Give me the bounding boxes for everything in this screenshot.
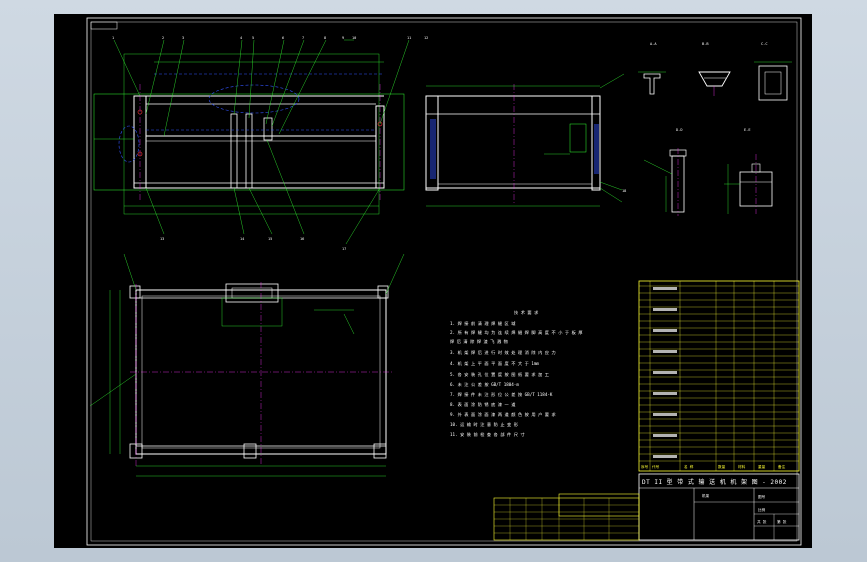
leader-num-6: 6	[282, 36, 284, 40]
side-view	[425, 73, 625, 207]
title-block-cell-2: 图号	[758, 494, 766, 499]
title-block-cell-5: 第 张	[777, 519, 787, 524]
tech-req-line: 8. 表 面 涂 防 锈 底 漆 一 道	[450, 401, 516, 408]
leader-num-13: 13	[160, 237, 164, 241]
leader-num-11: 11	[407, 36, 411, 40]
bom-header-4: 数量	[718, 464, 726, 469]
technical-requirements: 技 术 要 求 1. 焊 接 前 清 理 焊 缝 区 域 2. 所 有 焊 缝 …	[450, 309, 583, 438]
title-tab	[90, 21, 118, 30]
bom-header-6: 重量	[758, 464, 766, 469]
leader-num-12: 12	[424, 36, 428, 40]
bom-cell-mark	[653, 371, 677, 374]
cad-viewport[interactable]: A-A B-B C-C D-D E-E 1 2 3 4 5 6 7 8 9 10…	[54, 14, 812, 548]
bom-cell-mark	[653, 287, 677, 290]
tech-req-title: 技 术 要 求	[514, 309, 539, 316]
title-block-cell-4: 共 张	[757, 519, 767, 524]
tech-req-line: 10. 运 输 时 注 意 防 止 变 形	[450, 421, 519, 428]
leader-num-9: 9	[342, 36, 344, 40]
bom-cell-mark	[653, 392, 677, 395]
plan-view	[89, 253, 405, 477]
tech-req-line: 1. 焊 接 前 清 理 焊 缝 区 域	[450, 320, 516, 327]
bom-cell-mark	[653, 350, 677, 353]
section-label-1: A-A	[650, 42, 657, 46]
bom-header-1: 序号	[641, 464, 649, 469]
tech-req-line: 2. 所 有 焊 缝 均 为 连 续 焊 缝 焊 脚 高 度 不 小 于 板 厚	[450, 329, 583, 336]
leader-num-3: 3	[182, 36, 184, 40]
bom-cell-mark	[653, 455, 677, 458]
section-details: A-A B-B C-C D-D E-E	[638, 42, 792, 216]
bom-header-5: 材料	[738, 464, 746, 469]
tech-req-line: 焊 后 清 除 焊 渣 飞 溅 物	[450, 338, 508, 345]
leader-num-18: 18	[622, 189, 626, 193]
section-label-4: D-D	[676, 128, 683, 132]
tech-req-line: 6. 未 注 公 差 按 GB/T 1804-m	[450, 381, 519, 388]
bom-cell-mark	[653, 434, 677, 437]
leader-num-7: 7	[302, 36, 304, 40]
tech-req-line: 3. 机 架 焊 后 进 行 时 效 处 理 消 除 内 应 力	[450, 349, 556, 356]
section-label-3: C-C	[761, 42, 768, 46]
signoff-table	[493, 493, 640, 541]
bom-cell-mark	[653, 413, 677, 416]
title-block-cell-1: 机架	[702, 493, 710, 498]
bom-header-7: 备注	[778, 464, 786, 469]
bom-header-2: 代号	[652, 464, 660, 469]
drawing-inner-frame	[90, 21, 798, 542]
leader-num-5: 5	[252, 36, 254, 40]
bom-header-3: 名 称	[684, 464, 694, 469]
title-block-name: DT II 型 带 式 输 送 机 机 架 图 - 2002	[642, 478, 787, 486]
bom-cell-mark	[653, 308, 677, 311]
tech-req-line: 7. 焊 接 件 未 注 形 位 公 差 按 GB/T 1184-K	[450, 391, 553, 398]
leader-num-2: 2	[162, 36, 164, 40]
tech-req-line: 4. 机 架 上 平 面 平 面 度 不 大 于 1mm	[450, 360, 539, 367]
title-block-cell-3: 比例	[758, 507, 766, 512]
leader-num-15: 15	[268, 237, 272, 241]
section-label-5: E-E	[744, 128, 751, 132]
tech-req-line: 5. 各 安 装 孔 位 置 度 按 图 纸 要 求 加 工	[450, 371, 549, 378]
leader-numbers: 1 2 3 4 5 6 7 8 9 10 11 12 13 14 15 16 1…	[112, 36, 626, 251]
leader-num-17: 17	[342, 247, 346, 251]
leader-num-4: 4	[240, 36, 242, 40]
leader-num-16: 16	[300, 237, 304, 241]
front-view	[93, 39, 410, 245]
leader-num-14: 14	[240, 237, 244, 241]
leader-num-10: 10	[352, 36, 356, 40]
leader-num-1: 1	[112, 36, 114, 40]
engineering-drawing: A-A B-B C-C D-D E-E 1 2 3 4 5 6 7 8 9 10…	[86, 17, 802, 546]
tech-req-line: 9. 外 表 面 涂 面 漆 两 道 颜 色 按 用 户 要 求	[450, 411, 556, 418]
bom-table	[638, 280, 800, 472]
leader-num-8: 8	[324, 36, 326, 40]
bom-cell-mark	[653, 329, 677, 332]
tech-req-line: 11. 安 装 前 检 查 各 部 件 尺 寸	[450, 431, 525, 438]
section-label-2: B-B	[702, 42, 709, 46]
